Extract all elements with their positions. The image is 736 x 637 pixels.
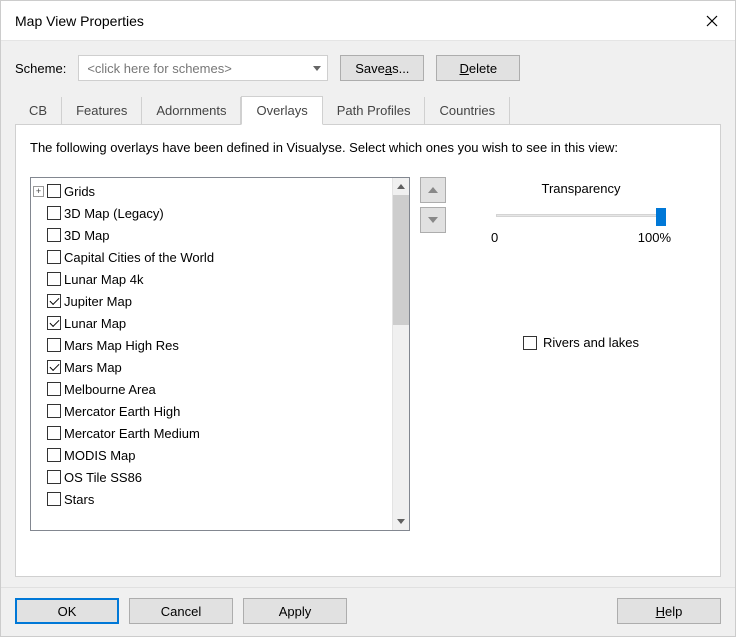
overlay-item[interactable]: +Grids — [47, 180, 392, 202]
overlay-label: 3D Map (Legacy) — [64, 206, 164, 221]
overlay-item[interactable]: Melbourne Area — [47, 378, 392, 400]
overlay-item[interactable]: Lunar Map 4k — [47, 268, 392, 290]
overlay-checkbox[interactable] — [47, 426, 61, 440]
overlay-item[interactable]: Stars — [47, 488, 392, 510]
transparency-panel: Transparency 0 100% Rivers and lakes — [456, 177, 706, 566]
overlay-label: Lunar Map — [64, 316, 126, 331]
triangle-down-icon — [428, 217, 438, 223]
overlays-panel: The following overlays have been defined… — [15, 124, 721, 577]
tab-adornments[interactable]: Adornments — [142, 97, 241, 124]
transparency-slider[interactable] — [496, 206, 666, 226]
rivers-label: Rivers and lakes — [543, 335, 639, 350]
overlay-item[interactable]: Jupiter Map — [47, 290, 392, 312]
expand-icon[interactable]: + — [33, 186, 44, 197]
help-button[interactable]: Help — [617, 598, 721, 624]
overlay-checkbox[interactable] — [47, 316, 61, 330]
slider-max: 100% — [638, 230, 671, 245]
scheme-label: Scheme: — [15, 61, 66, 76]
overlay-item[interactable]: 3D Map — [47, 224, 392, 246]
scroll-down-button[interactable] — [393, 513, 409, 530]
intro-text: The following overlays have been defined… — [30, 139, 700, 157]
move-up-button[interactable] — [420, 177, 446, 203]
overlay-item[interactable]: Mars Map — [47, 356, 392, 378]
overlay-label: OS Tile SS86 — [64, 470, 142, 485]
tab-path-profiles[interactable]: Path Profiles — [323, 97, 426, 124]
reorder-buttons — [420, 177, 446, 566]
delete-button[interactable]: Delete — [436, 55, 520, 81]
overlay-checkbox[interactable] — [47, 338, 61, 352]
overlay-label: Grids — [64, 184, 95, 199]
triangle-up-icon — [428, 187, 438, 193]
scheme-row: Scheme: <click here for schemes> Save as… — [15, 55, 721, 81]
slider-min: 0 — [491, 230, 498, 245]
chevron-down-icon — [313, 66, 321, 71]
overlay-item[interactable]: MODIS Map — [47, 444, 392, 466]
overlay-checkbox[interactable] — [47, 360, 61, 374]
overlay-item[interactable]: 3D Map (Legacy) — [47, 202, 392, 224]
overlay-item[interactable]: OS Tile SS86 — [47, 466, 392, 488]
overlays-tree: +Grids3D Map (Legacy)3D MapCapital Citie… — [30, 177, 410, 531]
overlay-label: Mars Map High Res — [64, 338, 179, 353]
overlay-checkbox[interactable] — [47, 448, 61, 462]
overlay-checkbox[interactable] — [47, 206, 61, 220]
overlay-label: Jupiter Map — [64, 294, 132, 309]
apply-button[interactable]: Apply — [243, 598, 347, 624]
overlay-checkbox[interactable] — [47, 228, 61, 242]
tab-overlays[interactable]: Overlays — [241, 96, 322, 125]
titlebar: Map View Properties — [1, 1, 735, 41]
cancel-button[interactable]: Cancel — [129, 598, 233, 624]
dialog-body: Scheme: <click here for schemes> Save as… — [1, 41, 735, 587]
save-as-button[interactable]: Save as... — [340, 55, 424, 81]
overlay-item[interactable]: Lunar Map — [47, 312, 392, 334]
overlay-checkbox[interactable] — [47, 272, 61, 286]
overlay-item[interactable]: Mercator Earth Medium — [47, 422, 392, 444]
scroll-up-button[interactable] — [393, 178, 409, 195]
overlay-label: Mars Map — [64, 360, 122, 375]
scroll-thumb[interactable] — [393, 195, 409, 325]
chevron-up-icon — [397, 184, 405, 189]
overlay-label: Mercator Earth Medium — [64, 426, 200, 441]
overlay-item[interactable]: Capital Cities of the World — [47, 246, 392, 268]
scheme-placeholder: <click here for schemes> — [87, 61, 232, 76]
transparency-label: Transparency — [542, 181, 621, 196]
dialog-footer: OK Cancel Apply Help — [1, 587, 735, 636]
ok-button[interactable]: OK — [15, 598, 119, 624]
scrollbar[interactable] — [392, 178, 409, 530]
overlay-label: 3D Map — [64, 228, 110, 243]
overlay-checkbox[interactable] — [47, 250, 61, 264]
overlay-checkbox[interactable] — [47, 294, 61, 308]
overlay-label: Stars — [64, 492, 94, 507]
overlay-label: Mercator Earth High — [64, 404, 180, 419]
tab-features[interactable]: Features — [62, 97, 142, 124]
chevron-down-icon — [397, 519, 405, 524]
overlay-label: MODIS Map — [64, 448, 136, 463]
tab-bar: CB Features Adornments Overlays Path Pro… — [15, 95, 721, 124]
tab-countries[interactable]: Countries — [425, 97, 510, 124]
close-button[interactable] — [689, 1, 735, 41]
rivers-checkbox[interactable] — [523, 336, 537, 350]
overlay-item[interactable]: Mars Map High Res — [47, 334, 392, 356]
overlay-label: Lunar Map 4k — [64, 272, 144, 287]
overlay-checkbox[interactable] — [47, 470, 61, 484]
overlay-item[interactable]: Mercator Earth High — [47, 400, 392, 422]
overlay-label: Melbourne Area — [64, 382, 156, 397]
window-title: Map View Properties — [15, 13, 144, 29]
scheme-select[interactable]: <click here for schemes> — [78, 55, 328, 81]
move-down-button[interactable] — [420, 207, 446, 233]
close-icon — [706, 15, 718, 27]
overlay-label: Capital Cities of the World — [64, 250, 214, 265]
map-view-properties-dialog: Map View Properties Scheme: <click here … — [0, 0, 736, 637]
tab-cb[interactable]: CB — [15, 97, 62, 124]
overlay-checkbox[interactable] — [47, 184, 61, 198]
overlay-checkbox[interactable] — [47, 492, 61, 506]
overlay-checkbox[interactable] — [47, 404, 61, 418]
overlay-checkbox[interactable] — [47, 382, 61, 396]
slider-thumb[interactable] — [656, 208, 666, 226]
